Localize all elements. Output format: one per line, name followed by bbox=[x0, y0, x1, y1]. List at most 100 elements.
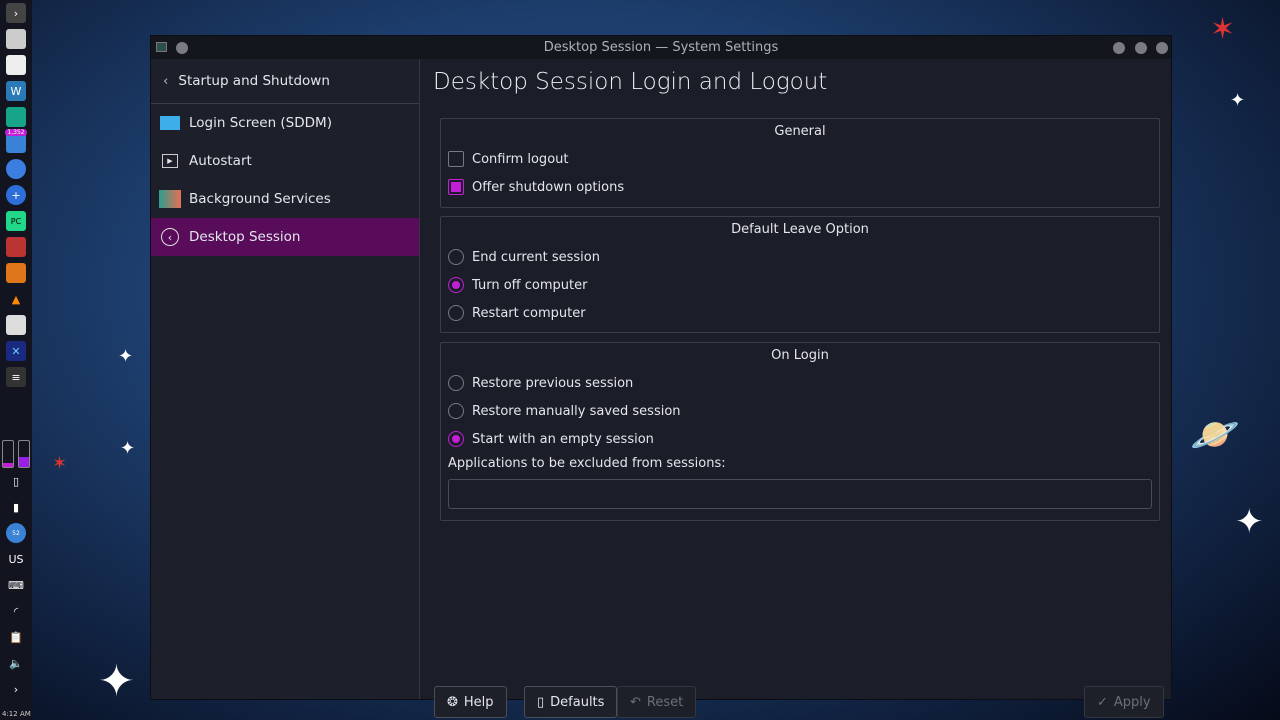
sidebar-item-label: Autostart bbox=[189, 153, 252, 169]
network-icon[interactable]: ◜ bbox=[6, 601, 26, 621]
notifications-icon[interactable]: 52 bbox=[6, 523, 26, 543]
play-window-icon: ▶ bbox=[159, 151, 181, 171]
label: Confirm logout bbox=[472, 151, 569, 167]
clock[interactable]: 4:12 AM bbox=[2, 710, 31, 718]
planet-icon: 🪐 bbox=[1190, 412, 1240, 458]
folder-icon[interactable] bbox=[6, 107, 26, 127]
sidebar-item-label: Desktop Session bbox=[189, 229, 301, 245]
clipboard-icon[interactable]: 📋 bbox=[6, 627, 26, 647]
maximize-button[interactable] bbox=[1135, 42, 1147, 54]
sidebar-item-autostart[interactable]: ▶ Autostart bbox=[151, 142, 419, 180]
star: ✦ bbox=[120, 438, 136, 459]
exclude-label: Applications to be excluded from session… bbox=[448, 456, 726, 471]
sidebar-item-background-services[interactable]: Background Services bbox=[151, 180, 419, 218]
keyboard-icon[interactable]: ⌨ bbox=[6, 575, 26, 595]
default-leave-group: Default Leave Option End current session… bbox=[440, 216, 1160, 333]
vlc-icon[interactable]: ▲ bbox=[6, 289, 26, 309]
services-icon bbox=[159, 189, 181, 209]
monitor-icon bbox=[159, 113, 181, 133]
tiger-icon[interactable] bbox=[6, 263, 26, 283]
reset-button[interactable]: ↶ Reset bbox=[617, 686, 697, 718]
star: ✦ bbox=[118, 346, 134, 367]
turn-off-radio[interactable]: Turn off computer bbox=[441, 271, 1159, 299]
joystick-icon[interactable] bbox=[6, 237, 26, 257]
radio[interactable] bbox=[448, 249, 464, 265]
expand-icon[interactable]: › bbox=[6, 3, 26, 23]
checkbox[interactable] bbox=[448, 151, 464, 167]
sidebar-item-desktop-session[interactable]: ‹ Desktop Session bbox=[151, 218, 419, 256]
sidebar-item-label: Background Services bbox=[189, 191, 331, 207]
restore-previous-radio[interactable]: Restore previous session bbox=[441, 369, 1159, 397]
empty-session-radio[interactable]: Start with an empty session bbox=[441, 425, 1159, 453]
end-session-radio[interactable]: End current session bbox=[441, 243, 1159, 271]
volume-icon[interactable]: 🔈 bbox=[6, 653, 26, 673]
checkbox[interactable] bbox=[448, 179, 464, 195]
chevron-right-icon[interactable]: › bbox=[6, 679, 26, 699]
label: Restore manually saved session bbox=[472, 403, 681, 419]
mail-icon[interactable]: 1,352 bbox=[5, 129, 27, 153]
chromium-icon[interactable] bbox=[6, 159, 26, 179]
chevron-left-icon: ‹ bbox=[163, 73, 169, 89]
radio[interactable] bbox=[448, 403, 464, 419]
back-button[interactable]: ‹ Startup and Shutdown bbox=[151, 59, 419, 104]
main-content: Desktop Session Login and Logout General… bbox=[421, 59, 1171, 718]
help-icon: ❂ bbox=[447, 694, 458, 710]
excluded-apps-input[interactable] bbox=[448, 479, 1152, 509]
restart-radio[interactable]: Restart computer bbox=[441, 299, 1159, 327]
star: ✦ bbox=[98, 656, 135, 707]
group-title: On Login bbox=[771, 348, 829, 363]
battery-icon[interactable]: ▮ bbox=[6, 497, 26, 517]
label: Restart computer bbox=[472, 305, 586, 321]
writer-icon[interactable]: W bbox=[6, 81, 26, 101]
star: ✦ bbox=[1230, 90, 1246, 111]
radio[interactable] bbox=[448, 277, 464, 293]
page-title: Desktop Session Login and Logout bbox=[433, 69, 828, 95]
x-app-icon[interactable]: ✕ bbox=[6, 341, 26, 361]
document-icon[interactable] bbox=[6, 315, 26, 335]
pycharm-icon[interactable]: PC bbox=[6, 211, 26, 231]
window-title: Desktop Session — System Settings bbox=[543, 40, 779, 55]
defaults-button[interactable]: ▯ Defaults bbox=[524, 686, 618, 718]
sidebar-item-login-screen[interactable]: Login Screen (SDDM) bbox=[151, 104, 419, 142]
titlebar[interactable]: Desktop Session — System Settings bbox=[151, 36, 1171, 59]
check-icon: ✓ bbox=[1097, 694, 1108, 710]
badge: 52 bbox=[12, 529, 20, 537]
notification-badge: 1,352 bbox=[5, 129, 27, 136]
phone-icon[interactable]: ▯ bbox=[6, 471, 26, 491]
radio[interactable] bbox=[448, 375, 464, 391]
circle-back-icon: ‹ bbox=[159, 227, 181, 247]
minimize-button[interactable] bbox=[1113, 42, 1125, 54]
star: ✦ bbox=[1235, 502, 1264, 542]
monitor-icon[interactable] bbox=[6, 55, 26, 75]
label: Start with an empty session bbox=[472, 431, 654, 447]
label: Turn off computer bbox=[472, 277, 588, 293]
sidebar: ‹ Startup and Shutdown Login Screen (SDDM… bbox=[151, 59, 420, 699]
sidebar-item-label: Login Screen (SDDM) bbox=[189, 115, 332, 131]
group-title: Default Leave Option bbox=[731, 222, 869, 237]
keyboard-layout[interactable]: US bbox=[6, 549, 26, 569]
settings-window: Desktop Session — System Settings ‹ Start… bbox=[150, 35, 1172, 718]
back-label: Startup and Shutdown bbox=[178, 73, 330, 89]
help-button[interactable]: ❂ Help bbox=[434, 686, 507, 718]
star: ✶ bbox=[1210, 12, 1236, 47]
restore-manual-radio[interactable]: Restore manually saved session bbox=[441, 397, 1159, 425]
apply-button[interactable]: ✓ Apply bbox=[1084, 686, 1164, 718]
settings-sliders-icon[interactable]: ≡ bbox=[6, 367, 26, 387]
general-group: General Confirm logout Offer shutdown op… bbox=[440, 118, 1160, 208]
close-button[interactable] bbox=[1156, 42, 1168, 54]
undo-icon: ↶ bbox=[630, 694, 641, 710]
confirm-logout-checkbox[interactable]: Confirm logout bbox=[441, 145, 1159, 173]
drive-icon[interactable] bbox=[6, 29, 26, 49]
edge-icon[interactable]: + bbox=[6, 185, 26, 205]
usage-bars bbox=[2, 440, 30, 468]
radio[interactable] bbox=[448, 431, 464, 447]
label: Offer shutdown options bbox=[472, 179, 625, 195]
taskbar-panel: › W 1,352 + PC ▲ ✕ ≡ ▯ ▮ 52 US ⌨ ◜ 📋 🔈 ›… bbox=[0, 0, 32, 720]
label: Help bbox=[463, 694, 494, 710]
offer-shutdown-checkbox[interactable]: Offer shutdown options bbox=[441, 173, 1159, 201]
label: End current session bbox=[472, 249, 600, 265]
label: Reset bbox=[646, 694, 684, 710]
radio[interactable] bbox=[448, 305, 464, 321]
star: ✶ bbox=[52, 453, 68, 474]
label: Defaults bbox=[550, 694, 605, 710]
